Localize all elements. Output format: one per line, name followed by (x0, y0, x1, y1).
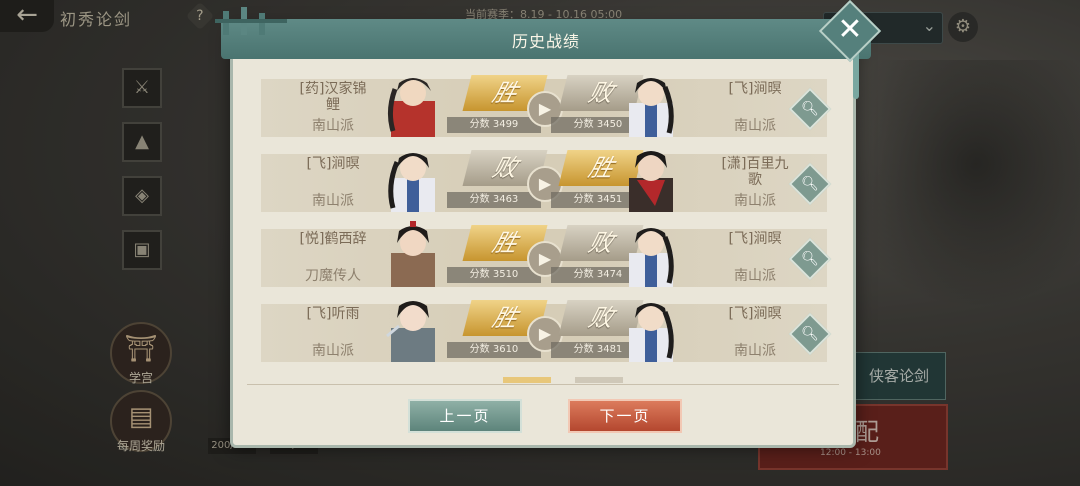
left-player-name: [飞]涧暝 (306, 156, 360, 172)
play-icon: ▶ (538, 324, 552, 343)
right-player-avatar (629, 78, 674, 137)
left-player-score: 分数 3510 (447, 267, 541, 283)
left-player-avatar (388, 153, 435, 212)
search-icon: 🔍︎ (801, 326, 819, 342)
play-icon: ▶ (538, 99, 552, 118)
left-player-sect: 南山派 (312, 193, 354, 209)
search-icon: 🔍︎ (801, 176, 819, 192)
view-details-button[interactable]: 🔍︎ (788, 237, 832, 281)
left-player-name: [悦]鹤西辞 (299, 231, 367, 247)
close-icon: ✕ (837, 12, 863, 47)
right-player-name: [飞]涧暝 (728, 231, 782, 247)
view-details-button[interactable]: 🔍︎ (788, 162, 832, 206)
sword-ornament-icon (215, 7, 287, 35)
modal-title: 历史战绩 (511, 32, 580, 51)
left-player-sect: 刀魔传人 (305, 268, 361, 284)
right-player-name: [飞]涧暝 (728, 306, 782, 322)
view-details-button[interactable]: 🔍︎ (788, 312, 832, 356)
left-player-sect: 南山派 (312, 118, 354, 134)
left-player-score: 分数 3463 (447, 192, 541, 208)
match-row: [悦]鹤西辞 刀魔传人 胜 分数 3510 ▶ 败 分数 3474 [飞]涧暝 … (261, 221, 832, 287)
left-player-score: 分数 3499 (447, 117, 541, 133)
left-player-avatar (387, 78, 435, 137)
next-row-peek (503, 377, 623, 383)
play-icon: ▶ (538, 249, 552, 268)
footer-divider (247, 384, 839, 385)
right-player-sect: 南山派 (734, 343, 776, 359)
match-row: [药]汉家锦鲤 南山派 胜 分数 3499 ▶ 败 分数 3450 [飞]涧暝 … (261, 75, 832, 137)
modal-header: 历史战绩 (221, 19, 871, 59)
view-details-button[interactable]: 🔍︎ (788, 87, 832, 131)
history-modal: 历史战绩 ✕ [药]汉家锦鲤 南山派 胜 分数 3499 ▶ 败 分数 3450 (215, 0, 882, 448)
right-player-avatar (629, 303, 674, 362)
match-list: [药]汉家锦鲤 南山派 胜 分数 3499 ▶ 败 分数 3450 [飞]涧暝 … (261, 75, 832, 379)
left-player-avatar (386, 301, 435, 362)
left-player-name: [药]汉家锦鲤 (299, 81, 367, 113)
next-page-button[interactable]: 下一页 (568, 399, 682, 433)
left-player-avatar (391, 221, 435, 287)
right-player-avatar (629, 151, 673, 212)
right-player-sect: 南山派 (734, 268, 776, 284)
match-row: [飞]听雨 南山派 胜 分数 3610 ▶ 败 分数 3481 [飞]涧暝 南山… (261, 300, 832, 362)
match-row: [飞]涧暝 南山派 败 分数 3463 ▶ 胜 分数 3451 [潇]百里九歌 … (261, 150, 832, 212)
left-player-name: [飞]听雨 (306, 306, 360, 322)
right-player-sect: 南山派 (734, 118, 776, 134)
right-player-name: [潇]百里九歌 (721, 156, 789, 188)
right-player-name: [飞]涧暝 (728, 81, 782, 97)
search-icon: 🔍︎ (801, 251, 819, 267)
right-player-avatar (629, 228, 674, 287)
left-player-sect: 南山派 (312, 343, 354, 359)
play-icon: ▶ (538, 174, 552, 193)
left-player-score: 分数 3610 (447, 342, 541, 358)
prev-page-button[interactable]: 上一页 (408, 399, 522, 433)
search-icon: 🔍︎ (801, 101, 819, 117)
right-player-sect: 南山派 (734, 193, 776, 209)
